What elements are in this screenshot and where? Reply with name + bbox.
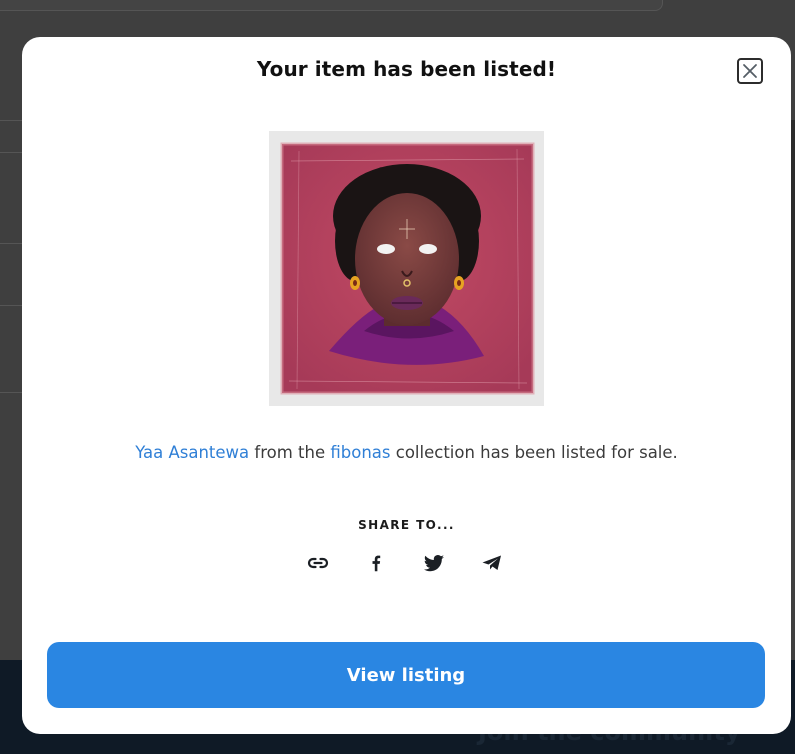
share-telegram-button[interactable] <box>479 550 505 576</box>
share-facebook-button[interactable] <box>363 550 389 576</box>
twitter-icon <box>423 555 444 572</box>
item-name-link[interactable]: Yaa Asantewa <box>135 443 249 462</box>
listing-message: Yaa Asantewa from the fibonas collection… <box>22 443 791 462</box>
collection-name-link[interactable]: fibonas <box>330 443 390 462</box>
background-divider <box>0 392 22 393</box>
share-options <box>305 550 509 576</box>
background-header <box>0 0 663 11</box>
background-divider <box>0 152 22 153</box>
message-text-end: collection has been listed for sale. <box>390 443 678 462</box>
share-label: SHARE TO... <box>358 518 455 532</box>
listing-success-modal: Your item has been listed! Yaa Asantewa … <box>22 37 791 734</box>
item-image-frame <box>269 131 544 406</box>
message-text-from: from the <box>249 443 331 462</box>
close-button[interactable] <box>737 58 763 84</box>
background-divider <box>0 305 22 306</box>
background-divider <box>0 120 22 121</box>
modal-title: Your item has been listed! <box>256 57 557 81</box>
view-listing-button[interactable]: View listing <box>47 642 765 708</box>
share-twitter-button[interactable] <box>421 550 447 576</box>
facebook-icon <box>372 555 381 572</box>
item-artwork <box>280 142 535 395</box>
link-icon <box>307 557 329 569</box>
close-icon <box>743 64 757 78</box>
telegram-icon <box>482 555 501 570</box>
share-copy-link-button[interactable] <box>305 550 331 576</box>
background-divider <box>0 243 22 244</box>
